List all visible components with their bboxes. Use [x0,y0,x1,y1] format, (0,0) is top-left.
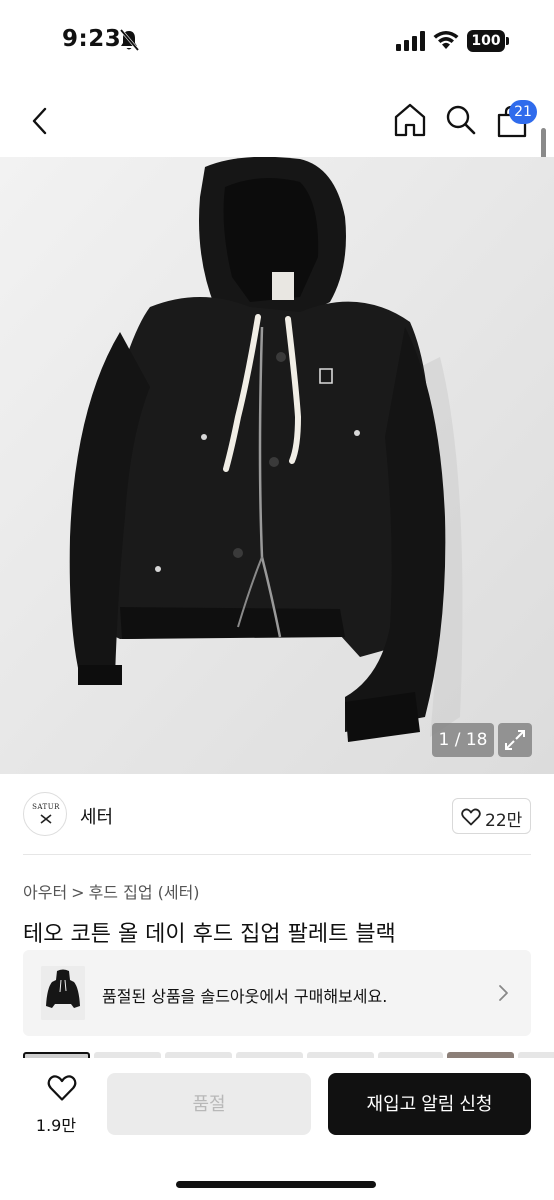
breadcrumb-separator: > [71,883,85,902]
bottom-action-bar: 1.9만 품절 재입고 알림 신청 [0,1058,554,1200]
soldout-banner-text: 품절된 상품을 솔드아웃에서 구매해보세요. [102,987,388,1006]
signal-icon [396,31,425,51]
home-icon[interactable] [392,100,428,140]
home-indicator [176,1181,376,1188]
brand-row: SATUR 세터 22만 [0,790,554,842]
product-image-gallery[interactable]: 1 / 18 [0,157,554,774]
top-nav-bar: 21 [0,90,554,152]
battery-level: 100 [467,30,505,52]
wishlist-count: 1.9만 [35,1116,77,1135]
soldout-banner[interactable]: 품절된 상품을 솔드아웃에서 구매해보세요. [23,950,531,1036]
brand-logo-mark [40,814,52,824]
brand-like-button[interactable]: 22만 [452,798,531,834]
divider [23,854,531,855]
wifi-icon [433,31,459,49]
chevron-right-icon [499,985,508,1001]
brand-like-count: 22만 [485,811,523,831]
search-icon[interactable] [443,102,479,138]
brand-logo[interactable]: SATUR [23,792,67,836]
brand-logo-text: SATUR [32,803,60,811]
restock-alert-button[interactable]: 재입고 알림 신청 [328,1073,531,1135]
heart-icon [461,808,481,826]
expand-icon [505,730,525,750]
heart-icon [47,1075,76,1101]
image-counter: 1 / 18 [432,723,494,757]
product-photo [0,157,554,774]
breadcrumb-subcategory[interactable]: 후드 집업 (세터) [89,879,200,903]
soldout-thumbnail [41,966,85,1020]
wishlist-button[interactable]: 1.9만 [30,1074,82,1135]
status-bar: 9:23 100 [0,0,554,80]
product-title: 테오 코튼 올 데이 후드 집업 팔레트 블랙 [23,922,396,947]
breadcrumb: 아우터 > 후드 집업 (세터) [23,879,200,903]
breadcrumb-category[interactable]: 아우터 [23,879,67,903]
battery-indicator: 100 [467,30,509,52]
back-icon[interactable] [24,102,58,140]
bell-muted-icon [119,29,140,51]
expand-button[interactable] [498,723,532,757]
cart-count-badge: 21 [509,100,537,124]
brand-name[interactable]: 세터 [80,803,113,829]
soldout-button[interactable]: 품절 [107,1073,311,1135]
status-time: 9:23 [62,26,122,52]
